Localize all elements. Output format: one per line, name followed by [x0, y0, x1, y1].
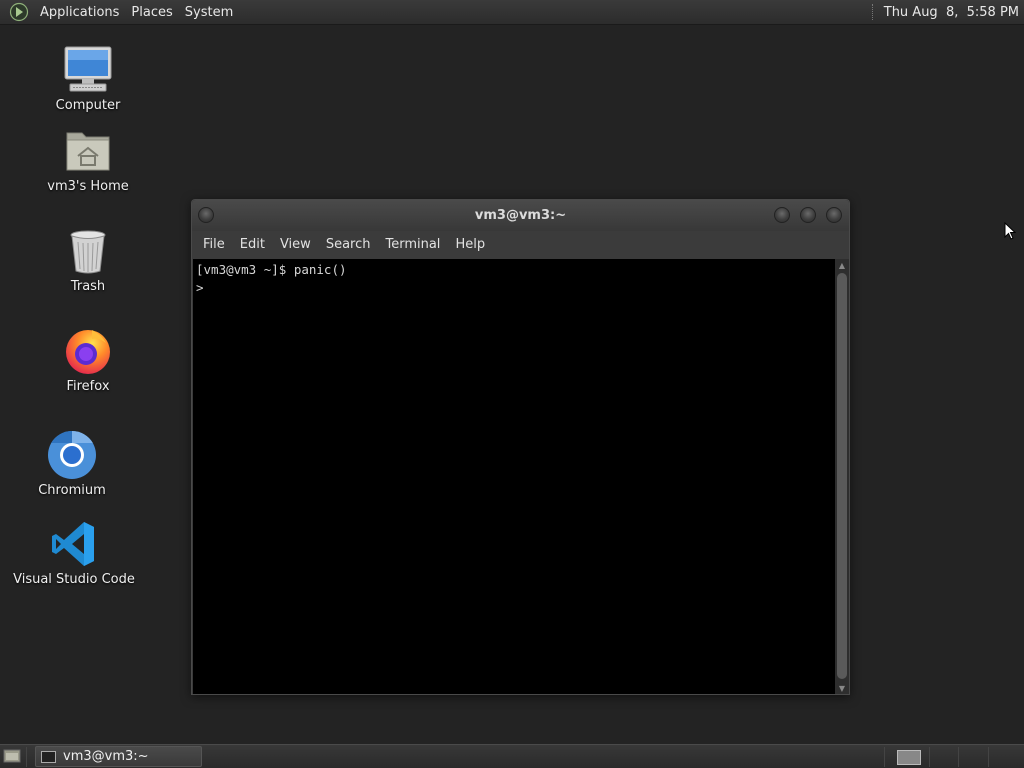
menu-search[interactable]: Search [320, 231, 377, 259]
clock[interactable]: Thu Aug 8, 5:58 PM [884, 5, 1019, 20]
taskbar-window-button[interactable]: vm3@vm3:~ [35, 746, 202, 767]
desktop-icon-firefox[interactable]: Firefox [18, 325, 158, 394]
menu-view[interactable]: View [274, 231, 317, 259]
terminal-icon [41, 750, 56, 763]
vscode-icon [48, 518, 100, 570]
firefox-icon [62, 325, 114, 377]
panel-separator [988, 747, 989, 767]
bottom-panel: vm3@vm3:~ [0, 744, 1024, 768]
desktop-icon-trash[interactable]: Trash [18, 225, 158, 294]
terminal-menubar: File Edit View Search Terminal Help [192, 231, 849, 259]
places-menu[interactable]: Places [125, 0, 178, 25]
scrollbar-thumb[interactable] [837, 273, 847, 679]
top-panel: Applications Places System Thu Aug 8, 5:… [0, 0, 1024, 25]
system-menu[interactable]: System [179, 0, 239, 25]
terminal-line: > [196, 280, 204, 295]
computer-icon [62, 44, 114, 96]
terminal-output[interactable]: [vm3@vm3 ~]$ panic() > [193, 259, 835, 694]
menu-edit[interactable]: Edit [234, 231, 271, 259]
home-folder-icon [62, 125, 114, 177]
desktop-icon-label: Trash [70, 279, 106, 294]
chromium-icon [46, 429, 98, 481]
close-button[interactable] [826, 207, 842, 223]
window-title: vm3@vm3:~ [474, 208, 567, 223]
workspace-switcher[interactable] [897, 750, 921, 765]
desktop-icon-label: Firefox [66, 379, 110, 394]
terminal-window[interactable]: vm3@vm3:~ File Edit View Search Terminal… [191, 199, 850, 695]
show-desktop-icon[interactable] [3, 748, 21, 764]
desktop-icon-label: Chromium [38, 483, 106, 498]
panel-separator [884, 747, 885, 767]
clock-handle [871, 4, 875, 20]
trash-icon [62, 225, 114, 277]
terminal-scrollbar[interactable]: ▲ ▼ [835, 259, 849, 694]
panel-separator [958, 747, 959, 767]
distro-logo-icon[interactable] [9, 2, 29, 22]
menu-terminal[interactable]: Terminal [379, 231, 446, 259]
desktop-icon-vscode[interactable]: Visual Studio Code [4, 518, 144, 587]
maximize-button[interactable] [800, 207, 816, 223]
scroll-up-icon[interactable]: ▲ [835, 259, 849, 271]
panel-separator [26, 747, 27, 767]
menu-file[interactable]: File [197, 231, 231, 259]
minimize-button[interactable] [774, 207, 790, 223]
window-titlebar[interactable]: vm3@vm3:~ [192, 200, 849, 231]
menu-help[interactable]: Help [449, 231, 491, 259]
desktop-icon-label: Visual Studio Code [13, 572, 135, 587]
desktop-icon-home[interactable]: vm3's Home [18, 125, 158, 194]
panel-separator [929, 747, 930, 767]
desktop-icon-label: Computer [55, 98, 121, 113]
taskbar-window-label: vm3@vm3:~ [63, 749, 149, 764]
desktop-icon-label: vm3's Home [47, 179, 129, 194]
mouse-pointer-icon [1004, 221, 1017, 244]
desktop-icon-computer[interactable]: Computer [18, 44, 158, 113]
scroll-down-icon[interactable]: ▼ [835, 682, 849, 694]
terminal-line: [vm3@vm3 ~]$ panic() [196, 262, 347, 277]
desktop-icon-chromium[interactable]: Chromium [2, 429, 142, 498]
applications-menu[interactable]: Applications [34, 0, 125, 25]
